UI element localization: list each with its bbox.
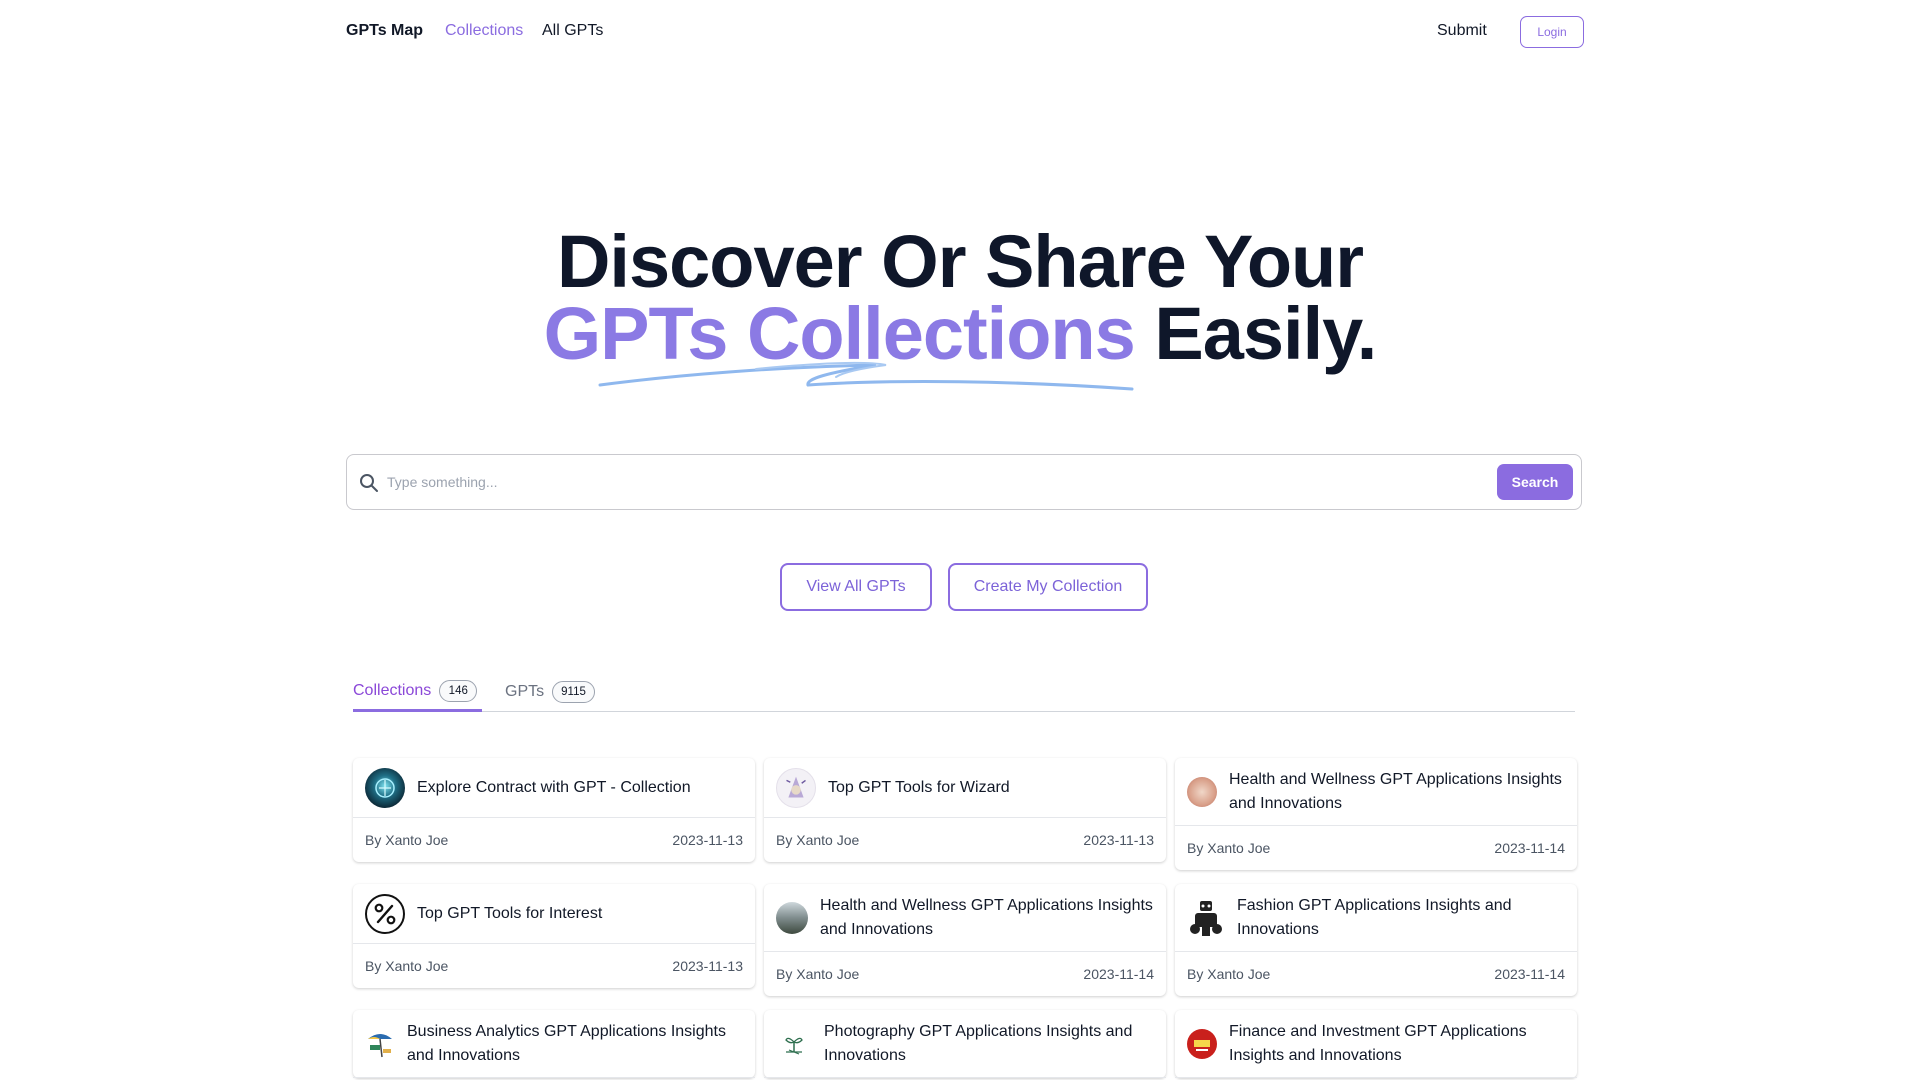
view-all-gpts-button[interactable]: View All GPTs bbox=[780, 563, 932, 611]
card-date: 2023-11-14 bbox=[1494, 966, 1565, 982]
tab-label: GPTs bbox=[505, 683, 545, 700]
percent-avatar-icon bbox=[365, 893, 405, 934]
collection-card[interactable]: Photography GPT Applications Insights an… bbox=[764, 1010, 1166, 1078]
card-title: Health and Wellness GPT Applications Ins… bbox=[820, 896, 1153, 938]
sprout-avatar-icon bbox=[776, 1026, 812, 1062]
card-author: By Xanto Joe bbox=[776, 966, 860, 982]
nav-link-collections[interactable]: Collections bbox=[445, 22, 523, 40]
card-title: Photography GPT Applications Insights an… bbox=[824, 1022, 1133, 1064]
wizard-avatar-icon bbox=[776, 767, 816, 808]
collection-card[interactable]: Finance and Investment GPT Applications … bbox=[1175, 1010, 1577, 1078]
landscape-avatar-icon bbox=[776, 901, 808, 934]
card-date: 2023-11-14 bbox=[1083, 966, 1154, 982]
food-avatar-icon bbox=[1187, 776, 1217, 807]
card-author: By Xanto Joe bbox=[365, 832, 449, 848]
nav-submit-link[interactable]: Submit bbox=[1437, 22, 1487, 40]
hero-heading: Discover Or Share Your GPTs Collections … bbox=[0, 220, 1920, 371]
brand-logo[interactable]: GPTs Map bbox=[346, 22, 423, 40]
search-input[interactable] bbox=[387, 465, 1497, 499]
card-title: Top GPT Tools for Interest bbox=[417, 904, 603, 922]
card-author: By Xanto Joe bbox=[776, 832, 860, 848]
card-title: Business Analytics GPT Applications Insi… bbox=[407, 1022, 726, 1064]
search-button[interactable]: Search bbox=[1497, 464, 1573, 500]
collection-card[interactable]: Business Analytics GPT Applications Insi… bbox=[353, 1010, 755, 1078]
card-title: Top GPT Tools for Wizard bbox=[828, 778, 1010, 796]
card-date: 2023-11-14 bbox=[1494, 840, 1565, 856]
card-title: Health and Wellness GPT Applications Ins… bbox=[1229, 770, 1562, 812]
card-title: Finance and Investment GPT Applications … bbox=[1229, 1022, 1527, 1064]
card-date: 2023-11-13 bbox=[1083, 832, 1154, 848]
collection-card[interactable]: Health and Wellness GPT Applications Ins… bbox=[1175, 758, 1577, 870]
card-title: Explore Contract with GPT - Collection bbox=[417, 778, 691, 796]
card-author: By Xanto Joe bbox=[1187, 966, 1271, 982]
collection-card[interactable]: Top GPT Tools for Wizard By Xanto Joe 20… bbox=[764, 758, 1166, 862]
content-tabs: Collections 146 GPTs 9115 bbox=[353, 660, 1575, 712]
count-badge: 146 bbox=[439, 679, 478, 702]
collection-card[interactable]: Explore Contract with GPT - Collection B… bbox=[353, 758, 755, 862]
hero-line-2-rest: Easily. bbox=[1134, 292, 1377, 375]
card-title: Fashion GPT Applications Insights and In… bbox=[1237, 896, 1512, 938]
collection-card[interactable]: Fashion GPT Applications Insights and In… bbox=[1175, 884, 1577, 996]
count-badge: 9115 bbox=[552, 681, 595, 703]
tab-gpts[interactable]: GPTs 9115 bbox=[505, 672, 595, 712]
card-date: 2023-11-13 bbox=[672, 832, 743, 848]
top-nav: GPTs Map Collections All GPTs Submit Log… bbox=[0, 0, 1920, 64]
badge-avatar-icon bbox=[1187, 1028, 1217, 1059]
nav-link-all-gpts[interactable]: All GPTs bbox=[542, 22, 603, 40]
search-bar: Search bbox=[346, 454, 1582, 510]
tab-collections[interactable]: Collections 146 bbox=[353, 672, 482, 712]
underline-swirl-icon bbox=[598, 361, 1134, 391]
login-button[interactable]: Login bbox=[1520, 16, 1584, 48]
robot-avatar-icon bbox=[1187, 898, 1225, 938]
orb-avatar-icon bbox=[365, 767, 405, 808]
search-icon bbox=[360, 474, 378, 492]
collection-card[interactable]: Top GPT Tools for Interest By Xanto Joe … bbox=[353, 884, 755, 988]
card-author: By Xanto Joe bbox=[1187, 840, 1271, 856]
collection-card[interactable]: Health and Wellness GPT Applications Ins… bbox=[764, 884, 1166, 996]
create-collection-button[interactable]: Create My Collection bbox=[948, 563, 1148, 611]
beach-avatar-icon bbox=[365, 1029, 395, 1059]
card-date: 2023-11-13 bbox=[672, 958, 743, 974]
tab-label: Collections bbox=[353, 681, 432, 699]
card-author: By Xanto Joe bbox=[365, 958, 449, 974]
hero-line-1: Discover Or Share Your bbox=[556, 220, 1364, 303]
